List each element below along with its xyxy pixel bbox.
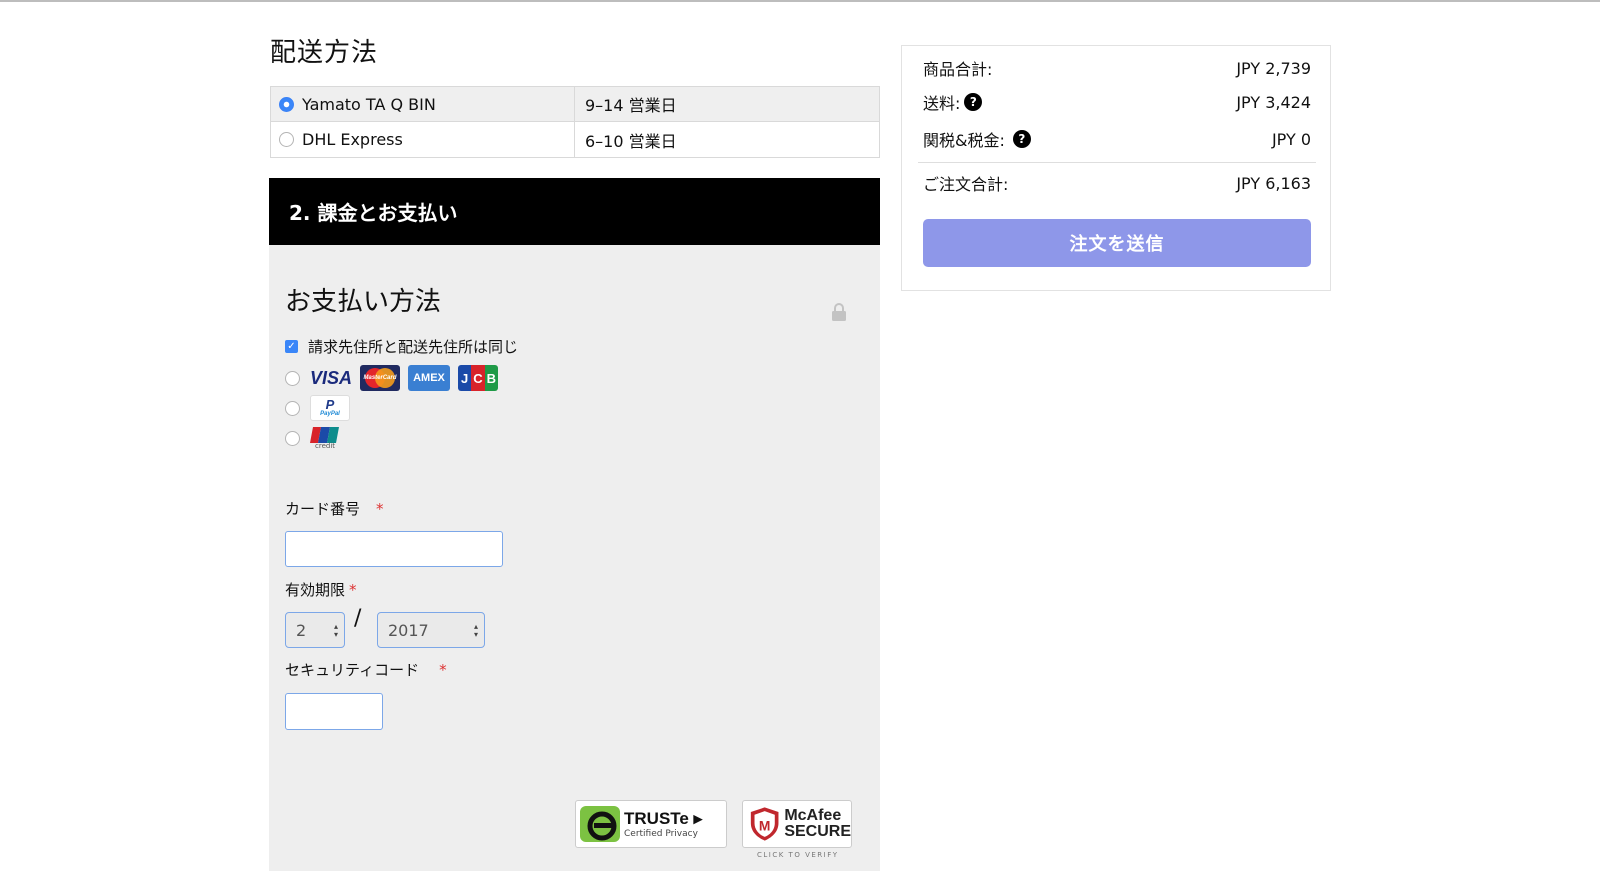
same-address-checkbox-row[interactable]: ✓ 請求先住所と配送先住所は同じ	[285, 336, 518, 357]
summary-row-subtotal: 商品合計: JPY 2,739	[923, 56, 1311, 80]
expiry-label: 有効期限	[285, 581, 346, 599]
submit-order-button[interactable]: 注文を送信	[923, 219, 1311, 267]
truste-subtitle: Certified Privacy	[624, 829, 698, 839]
mcafee-secure: SECURE	[784, 823, 851, 840]
mcafee-verify-text: CLICK TO VERIFY	[757, 851, 839, 859]
mastercard-label: MasterCard	[363, 375, 397, 381]
card-number-input[interactable]	[285, 531, 503, 567]
shipping-option-dhl[interactable]: DHL Express 6–10 営業日	[271, 122, 879, 157]
tax-label-group: 関税&税金: ?	[923, 127, 1031, 151]
summary-row-tax: 関税&税金: ? JPY 0	[923, 127, 1311, 151]
required-asterisk: *	[439, 661, 447, 679]
amex-logo: AMEX	[408, 365, 450, 391]
mcafee-shield-icon: M	[750, 807, 779, 841]
security-code-label-row: セキュリティコード *	[285, 659, 447, 680]
truste-badge[interactable]: TRUSTe ▸ Certified Privacy	[575, 800, 727, 848]
payment-method-title: お支払い方法	[285, 287, 442, 317]
paypal-label: PayPal	[320, 411, 340, 417]
expiry-month-value: 2	[296, 620, 307, 640]
expiry-year-select[interactable]: 2017 ▴ ▾	[377, 612, 485, 648]
summary-row-total: ご注文合計: JPY 6,163	[923, 171, 1311, 195]
payment-method-unionpay[interactable]: credit	[285, 425, 342, 451]
truste-logo-icon	[580, 804, 620, 844]
required-asterisk: *	[376, 500, 384, 518]
expiry-month-select[interactable]: 2 ▴ ▾	[285, 612, 345, 648]
shipping-label-group: 送料: ?	[923, 90, 983, 114]
select-arrows-icon: ▴ ▾	[333, 622, 338, 639]
mcafee-badge[interactable]: M McAfee SECURE	[742, 800, 852, 848]
shipping-option-name-cell: Yamato TA Q BIN	[271, 87, 575, 121]
unionpay-credit-label: credit	[315, 442, 336, 450]
payment-radio-unionpay[interactable]	[285, 430, 300, 446]
security-code-label: セキュリティコード	[285, 661, 420, 679]
shipping-fee-label: 送料:	[923, 94, 961, 113]
expiry-year-value: 2017	[388, 620, 429, 640]
expiry-separator: /	[354, 606, 362, 631]
paypal-logo: P PayPal	[310, 395, 350, 421]
shipping-option-days: 9–14 営業日	[585, 96, 677, 115]
total-value: JPY 6,163	[1236, 173, 1311, 193]
billing-section-title: 2. 課金とお支払い	[289, 201, 458, 225]
payment-method-paypal[interactable]: P PayPal	[285, 395, 358, 421]
payment-panel: お支払い方法 ✓ 請求先住所と配送先住所は同じ VISA MasterCard …	[269, 245, 880, 871]
shipping-option-name: Yamato TA Q BIN	[302, 94, 436, 114]
top-border	[0, 0, 1600, 2]
shipping-help-icon[interactable]: ?	[964, 93, 983, 111]
tax-label: 関税&税金:	[923, 131, 1005, 150]
billing-section-header: 2. 課金とお支払い	[269, 178, 880, 245]
select-arrows-icon: ▴ ▾	[473, 622, 478, 639]
same-address-label: 請求先住所と配送先住所は同じ	[308, 338, 519, 356]
truste-name: TRUSTe	[624, 809, 689, 828]
summary-row-shipping: 送料: ? JPY 3,424	[923, 90, 1311, 114]
shipping-radio-yamato[interactable]	[279, 96, 294, 112]
shipping-method-title: 配送方法	[270, 38, 379, 68]
card-number-label: カード番号	[285, 500, 361, 518]
same-address-checkbox[interactable]: ✓	[285, 340, 298, 353]
payment-radio-paypal[interactable]	[285, 400, 300, 416]
shipping-option-days: 6–10 営業日	[585, 131, 677, 151]
subtotal-label: 商品合計:	[923, 60, 993, 79]
subtotal-value: JPY 2,739	[1236, 58, 1311, 78]
total-label: ご注文合計:	[923, 175, 1009, 194]
shipping-option-name: DHL Express	[302, 130, 403, 149]
order-summary: 商品合計: JPY 2,739 送料: ? JPY 3,424 関税&税金: ?…	[901, 45, 1331, 291]
shipping-fee-value: JPY 3,424	[1236, 92, 1311, 112]
payment-radio-card[interactable]	[285, 370, 300, 386]
mastercard-logo: MasterCard	[360, 365, 400, 391]
shipping-option-yamato[interactable]: Yamato TA Q BIN 9–14 営業日	[271, 87, 879, 122]
summary-divider	[918, 162, 1316, 163]
shipping-radio-dhl[interactable]	[279, 132, 294, 147]
shipping-options-table: Yamato TA Q BIN 9–14 営業日 DHL Express 6–1…	[270, 86, 880, 158]
required-asterisk: *	[349, 581, 357, 599]
security-code-input[interactable]	[285, 693, 383, 730]
lock-icon	[832, 303, 846, 321]
unionpay-logo: credit	[310, 425, 342, 451]
tax-value: JPY 0	[1271, 129, 1311, 149]
mcafee-name: McAfee	[784, 807, 842, 824]
shipping-option-name-cell: DHL Express	[271, 122, 575, 157]
jcb-logo: J C B	[458, 365, 498, 391]
expiry-label-row: 有効期限 *	[285, 579, 357, 600]
visa-logo: VISA	[310, 367, 353, 388]
tax-help-icon[interactable]: ?	[1012, 130, 1031, 148]
card-number-label-row: カード番号 *	[285, 498, 384, 519]
payment-method-card[interactable]: VISA MasterCard AMEX J C B	[285, 365, 506, 391]
svg-text:M: M	[759, 817, 771, 833]
